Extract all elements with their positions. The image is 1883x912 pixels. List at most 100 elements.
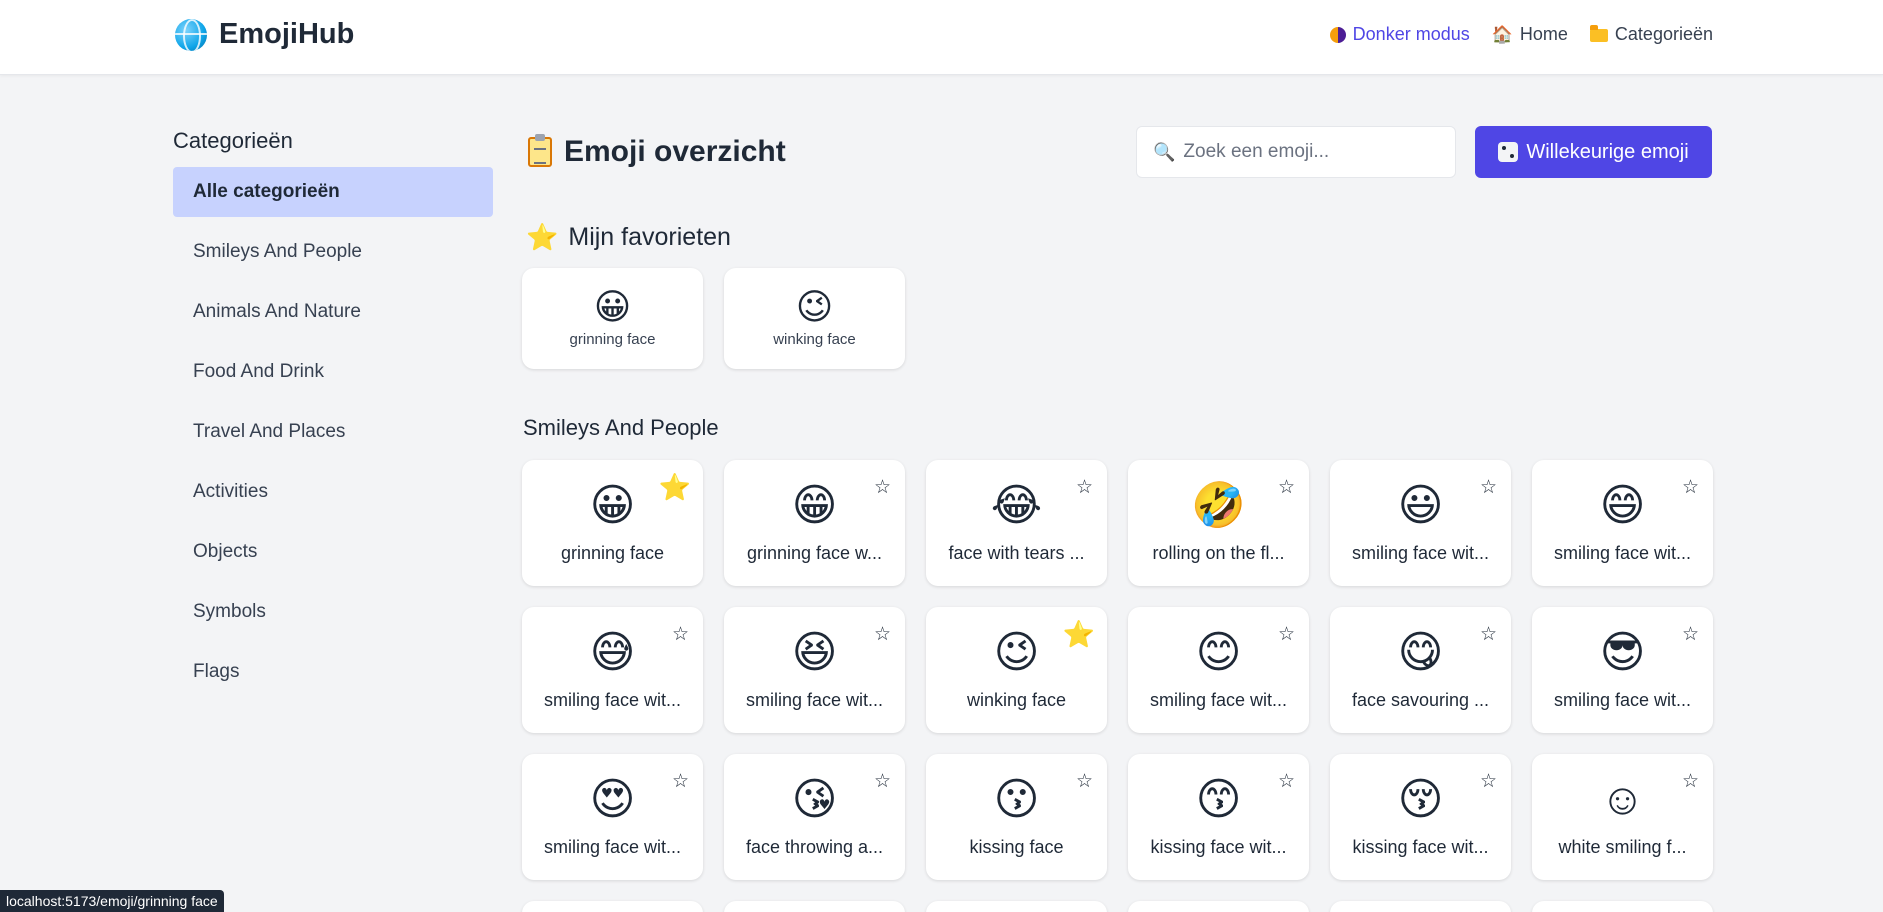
emoji-card[interactable]: 😃 smiling face wit... ☆ <box>1330 460 1511 586</box>
emoji-card[interactable] <box>522 901 703 912</box>
nav-categories-label: Categorieën <box>1614 24 1713 44</box>
emoji-card[interactable]: 😍 smiling face wit... ☆ <box>522 754 703 880</box>
nav-categories-link[interactable]: Categorieën <box>1589 24 1713 45</box>
emoji-name: face throwing a... <box>745 837 884 857</box>
emoji-name: smiling face wit... <box>745 690 884 710</box>
globe-icon <box>175 18 207 51</box>
emoji-card[interactable]: 😙 kissing face wit... ☆ <box>1128 754 1309 880</box>
emoji-name: kissing face wit... <box>1150 837 1287 857</box>
favorite-star-outline-icon[interactable]: ☆ <box>1076 772 1093 791</box>
sidebar-category-item[interactable]: Symbols <box>173 587 493 637</box>
sidebar-category-item[interactable]: Animals And Nature <box>173 287 493 337</box>
category-sidebar: Categorieën Alle categorieën Smileys And … <box>173 128 493 707</box>
page-title: Emoji overzicht <box>528 134 786 169</box>
emoji-card[interactable]: 😀 grinning face ⭐ <box>522 460 703 586</box>
emoji-card[interactable] <box>724 901 905 912</box>
emoji-name: face with tears ... <box>948 543 1085 563</box>
favorite-star-outline-icon[interactable]: ☆ <box>1480 625 1497 644</box>
emoji-card[interactable]: 😗 kissing face ☆ <box>926 754 1107 880</box>
favorite-star-outline-icon[interactable]: ☆ <box>1278 625 1295 644</box>
app-title: EmojiHub <box>219 18 355 50</box>
emoji-name: smiling face wit... <box>543 837 682 857</box>
emoji-card[interactable] <box>1128 901 1309 912</box>
sidebar-category-item[interactable]: Objects <box>173 527 493 577</box>
sidebar-category-item[interactable]: Alle categorieën <box>173 167 493 217</box>
sidebar-category-item[interactable]: Food And Drink <box>173 347 493 397</box>
favorite-star-outline-icon[interactable]: ☆ <box>1682 625 1699 644</box>
favorite-star-outline-icon[interactable]: ☆ <box>1682 478 1699 497</box>
emoji-name: smiling face wit... <box>1351 543 1490 563</box>
emoji-card[interactable]: 😄 smiling face wit... ☆ <box>1532 460 1713 586</box>
emoji-card[interactable]: 😅 smiling face wit... ☆ <box>522 607 703 733</box>
dice-icon <box>1498 142 1519 162</box>
star-icon: ⭐ <box>526 222 559 252</box>
favorite-star-outline-icon[interactable]: ☆ <box>874 478 891 497</box>
emoji-card[interactable] <box>926 901 1107 912</box>
favorite-star-outline-icon[interactable]: ☆ <box>874 772 891 791</box>
emoji-glyph: 😀 <box>593 286 632 327</box>
emoji-card[interactable] <box>1532 901 1713 912</box>
emoji-card[interactable]: 😁 grinning face w... ☆ <box>724 460 905 586</box>
sidebar-category-item[interactable]: Flags <box>173 647 493 697</box>
random-emoji-button[interactable]: Willekeurige emoji <box>1475 126 1712 178</box>
clipboard-icon <box>528 134 552 167</box>
emoji-name: kissing face wit... <box>1352 837 1489 857</box>
emoji-card[interactable] <box>1330 901 1511 912</box>
top-navbar: EmojiHub Donker modus 🏠 Home Categorieën <box>0 0 1883 75</box>
sidebar-category-item[interactable]: Activities <box>173 467 493 517</box>
half-moon-icon <box>1329 26 1346 43</box>
emoji-name: rolling on the fl... <box>1152 543 1285 563</box>
emoji-name: smiling face wit... <box>1149 690 1288 710</box>
emoji-name: smiling face wit... <box>1553 690 1692 710</box>
search-box[interactable]: 🔍 <box>1136 126 1456 178</box>
favorite-star-filled-icon[interactable]: ⭐ <box>659 474 691 500</box>
emoji-name: winking face <box>773 331 856 348</box>
favorite-star-outline-icon[interactable]: ☆ <box>1278 772 1295 791</box>
sidebar-heading: Categorieën <box>173 128 293 153</box>
emoji-card[interactable]: 😚 kissing face wit... ☆ <box>1330 754 1511 880</box>
emoji-grid: 😀 grinning face ⭐ 😁 grinning face w... ☆ 😂 face… <box>522 460 1713 880</box>
emoji-name: grinning face w... <box>746 543 883 563</box>
emoji-name: grinning face <box>560 543 665 563</box>
nav-home-link[interactable]: 🏠 Home <box>1492 24 1568 45</box>
favorite-star-outline-icon[interactable]: ☆ <box>1278 478 1295 497</box>
favorite-star-outline-icon[interactable]: ☆ <box>1076 478 1093 497</box>
house-icon: 🏠 <box>1491 24 1513 44</box>
favorite-star-outline-icon[interactable]: ☆ <box>874 625 891 644</box>
favorite-card[interactable]: 😉 winking face <box>724 268 905 369</box>
random-emoji-label: Willekeurige emoji <box>1526 140 1689 163</box>
emoji-card[interactable]: 🤣 rolling on the fl... ☆ <box>1128 460 1309 586</box>
folder-icon <box>1589 25 1608 42</box>
emoji-card[interactable]: 😉 winking face ⭐ <box>926 607 1107 733</box>
search-input[interactable] <box>1183 141 1444 163</box>
favorites-list: 😀 grinning face 😉 winking face <box>522 268 905 369</box>
dark-mode-label: Donker modus <box>1352 24 1470 44</box>
page-title-text: Emoji overzicht <box>564 135 786 168</box>
favorite-star-outline-icon[interactable]: ☆ <box>1682 772 1699 791</box>
sidebar-category-item[interactable]: Travel And Places <box>173 407 493 457</box>
favorite-star-outline-icon[interactable]: ☆ <box>672 772 689 791</box>
dark-mode-toggle[interactable]: Donker modus <box>1329 24 1470 45</box>
sidebar-category-item[interactable]: Smileys And People <box>173 227 493 277</box>
emoji-card[interactable]: 😂 face with tears ... ☆ <box>926 460 1107 586</box>
status-bar-url: localhost:5173/emoji/grinning face <box>0 890 224 912</box>
emoji-card[interactable]: ☺ white smiling f... ☆ <box>1532 754 1713 880</box>
emoji-name: grinning face <box>569 331 656 348</box>
emoji-card[interactable]: 😎 smiling face wit... ☆ <box>1532 607 1713 733</box>
favorite-star-outline-icon[interactable]: ☆ <box>1480 772 1497 791</box>
emoji-card[interactable]: 😆 smiling face wit... ☆ <box>724 607 905 733</box>
emoji-name: white smiling f... <box>1558 837 1687 857</box>
nav-links: Donker modus 🏠 Home Categorieën <box>1329 24 1713 45</box>
favorite-card[interactable]: 😀 grinning face <box>522 268 703 369</box>
next-row-partial <box>522 901 1713 912</box>
favorite-star-filled-icon[interactable]: ⭐ <box>1063 621 1095 647</box>
emoji-card[interactable]: 😊 smiling face wit... ☆ <box>1128 607 1309 733</box>
favorite-star-outline-icon[interactable]: ☆ <box>1480 478 1497 497</box>
section-title: Smileys And People <box>523 415 719 440</box>
emoji-name: face savouring ... <box>1351 690 1490 710</box>
emoji-glyph: 😉 <box>795 286 834 327</box>
emoji-card[interactable]: 😘 face throwing a... ☆ <box>724 754 905 880</box>
brand[interactable]: EmojiHub <box>175 18 354 51</box>
emoji-card[interactable]: 😋 face savouring ... ☆ <box>1330 607 1511 733</box>
favorite-star-outline-icon[interactable]: ☆ <box>672 625 689 644</box>
